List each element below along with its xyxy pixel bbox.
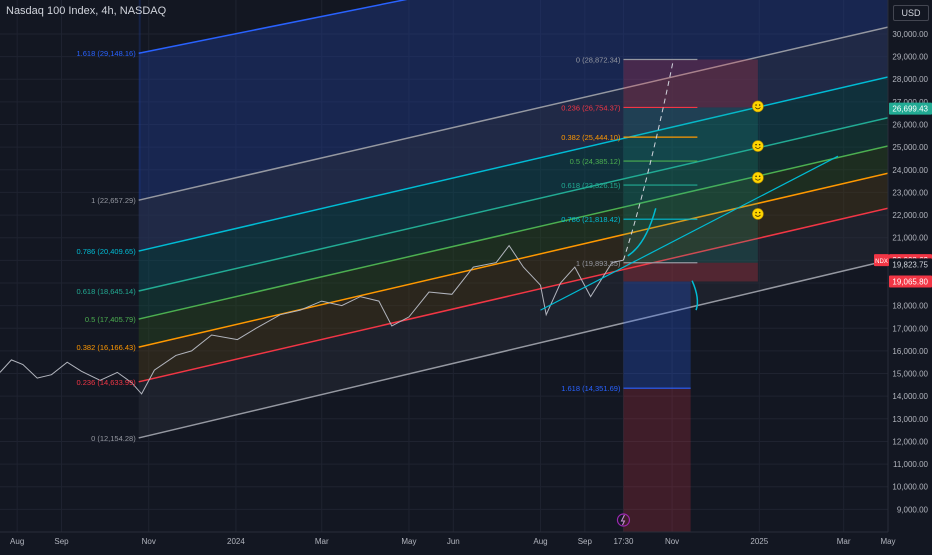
fib-label: 0.5 (17,405.79) (85, 315, 136, 324)
fib-label: 0.618 (18,645.14) (76, 287, 136, 296)
y-tick-label: 25,000.00 (892, 143, 928, 152)
y-tick-label: 23,000.00 (892, 188, 928, 197)
x-tick-label: 2025 (750, 537, 768, 546)
x-tick-label: Nov (665, 537, 679, 546)
fib-label: 0.236 (14,633.99) (76, 378, 136, 387)
y-tick-label: 14,000.00 (892, 392, 928, 401)
currency-button[interactable]: USD (893, 5, 929, 21)
smiley-icon (752, 171, 764, 184)
y-tick-label: 16,000.00 (892, 347, 928, 356)
projection-level-label: 0.786 (21,818.42) (561, 215, 621, 224)
y-tick-label: 22,000.00 (892, 211, 928, 220)
projection-level-label: 0.382 (25,444.10) (561, 133, 621, 142)
smiley-eye (758, 143, 761, 146)
smiley-eye (755, 211, 757, 214)
x-tick-label: Mar (837, 537, 851, 546)
price-tag-label: 26,699.43 (892, 105, 928, 114)
x-tick-label: Sep (578, 537, 593, 546)
fib-label: 1 (22,657.29) (91, 196, 136, 205)
y-tick-label: 18,000.00 (892, 302, 928, 311)
projection-level-label: 0 (28,872.34) (576, 55, 621, 64)
chart-title: Nasdaq 100 Index, 4h, NASDAQ (6, 5, 167, 17)
price-chart[interactable]: 1.618 (29,148.16) 0.786 (20,409.65) 0.618 … (0, 0, 932, 550)
y-tick-label: 26,000.00 (892, 121, 928, 130)
fib-label: 0.786 (20,409.65) (76, 247, 136, 256)
smiley-eye (755, 104, 757, 106)
projection-zone-red (623, 262, 758, 282)
x-tick-label: 17:30 (613, 537, 634, 546)
x-tick-label: Aug (10, 537, 24, 546)
y-tick-label: 30,000.00 (892, 30, 928, 39)
symbol-tag-label: NDX (875, 259, 888, 265)
smiley-eye (758, 104, 761, 106)
projection-zone-top (623, 59, 758, 108)
smiley-eye (758, 175, 761, 178)
smiley-icon (752, 208, 764, 220)
smiley-eye (755, 175, 757, 178)
y-tick-label: 13,000.00 (892, 415, 928, 424)
y-tick-label: 17,000.00 (892, 324, 928, 333)
y-tick-label: 21,000.00 (892, 234, 928, 243)
y-tick-label: 24,000.00 (892, 166, 928, 175)
y-tick-label: 15,000.00 (892, 370, 928, 379)
fib-label: 0 (12,154.28) (91, 434, 136, 443)
y-tick-label: 12,000.00 (892, 437, 928, 446)
projection-zone-bottom (623, 388, 691, 532)
y-tick-label: 11,000.00 (893, 460, 929, 469)
fib-label: 1.618 (29,148.16) (76, 49, 136, 58)
fib-top-zone (138, 0, 141, 201)
projection-level-label: 1.618 (14,351.69) (561, 384, 621, 393)
time-axis-bg (0, 532, 932, 550)
x-tick-label: Nov (142, 537, 156, 546)
projection-level-label: 0.236 (26,754.37) (561, 103, 621, 112)
x-tick-label: 2024 (227, 537, 245, 546)
smiley-eye (755, 143, 757, 146)
smiley-icon (752, 100, 764, 113)
smiley-icon (752, 140, 764, 152)
x-tick-label: May (880, 537, 895, 546)
y-tick-label: 9,000.00 (897, 505, 929, 514)
y-tick-label: 29,000.00 (892, 53, 928, 62)
x-tick-label: Mar (315, 537, 329, 546)
projection-level-label: 0.618 (23,326.15) (561, 181, 621, 190)
price-tag-label: 19,823.75 (892, 260, 928, 269)
x-tick-label: May (401, 537, 416, 546)
fib-label: 0.382 (16,166.43) (76, 343, 136, 352)
projection-zone-blue (623, 281, 691, 389)
projection-level-label: 1 (19,893.35) (576, 259, 621, 268)
projection-level-label: 0.5 (24,385.12) (570, 157, 621, 166)
x-tick-label: Sep (54, 537, 69, 546)
x-tick-label: Jun (447, 537, 460, 546)
price-tag-label: 19,065.80 (892, 277, 928, 286)
y-tick-label: 28,000.00 (892, 75, 928, 84)
chart-canvas[interactable]: Nasdaq 100 Index, 4h, NASDAQ USD 1.618 (… (0, 0, 932, 550)
x-tick-label: Aug (533, 537, 547, 546)
smiley-eye (758, 211, 761, 214)
y-tick-label: 10,000.00 (892, 483, 928, 492)
